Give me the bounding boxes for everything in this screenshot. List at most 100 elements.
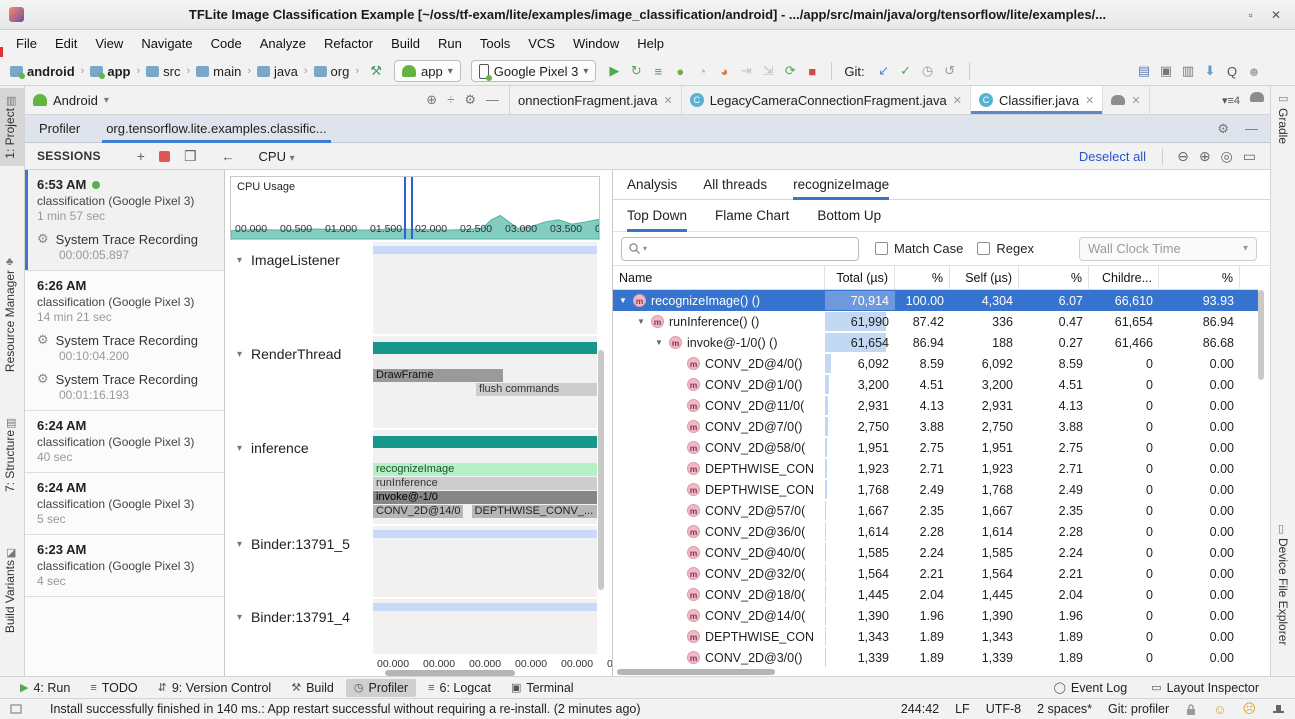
threads-scrollbar[interactable]: [598, 350, 604, 590]
menu-code[interactable]: Code: [203, 33, 250, 54]
search-everywhere-icon[interactable]: Q: [1221, 60, 1243, 82]
expand-triangle-icon[interactable]: ▼: [655, 338, 669, 347]
git-branch[interactable]: Git: profiler: [1108, 702, 1169, 716]
attach-icon[interactable]: ⇲: [757, 60, 779, 82]
table-row[interactable]: ▼mrecognizeImage() ()70,914100.004,3046.…: [613, 290, 1258, 311]
system-trace-recording[interactable]: ⚙System Trace Recording: [37, 332, 214, 348]
table-row[interactable]: mCONV_2D@40/0(1,5852.241,5852.2400.00: [613, 542, 1258, 563]
add-session-icon[interactable]: +: [137, 148, 145, 164]
trace-event[interactable]: runInference: [373, 477, 597, 490]
tool-button-resource-manager[interactable]: Resource Manager: [3, 270, 17, 372]
table-hscrollbar[interactable]: [617, 669, 775, 675]
menu-build[interactable]: Build: [383, 33, 428, 54]
menu-refactor[interactable]: Refactor: [316, 33, 381, 54]
menu-file[interactable]: File: [8, 33, 45, 54]
profiler-stage-select[interactable]: CPU ▾: [259, 149, 295, 164]
breadcrumb-main[interactable]: main: [213, 64, 241, 79]
tool-button-7-structure[interactable]: 7: Structure: [3, 430, 17, 492]
gradle-build-icon[interactable]: [1246, 86, 1268, 108]
tool-window-button-layout-inspector[interactable]: ▭Layout Inspector: [1143, 679, 1267, 697]
stop-recording-icon[interactable]: [159, 151, 170, 162]
menu-run[interactable]: Run: [430, 33, 470, 54]
selection-line[interactable]: [411, 177, 413, 239]
thread-binder-13791-4[interactable]: ▾Binder:13791_4: [225, 599, 605, 654]
table-row[interactable]: mDEPTHWISE_CON1,3431.891,3431.8900.00: [613, 626, 1258, 647]
expand-triangle-icon[interactable]: ▼: [637, 317, 651, 326]
apply-code-changes-icon[interactable]: ≡: [647, 60, 669, 82]
thread-imagelistener[interactable]: ▾ImageListener: [225, 242, 605, 334]
collapse-triangle-icon[interactable]: ▾: [237, 539, 242, 550]
menu-tools[interactable]: Tools: [472, 33, 518, 54]
collapse-sessions-icon[interactable]: ❒: [184, 148, 197, 165]
git-update-icon[interactable]: ↙: [873, 60, 895, 82]
thread-binder-13791-5[interactable]: ▾Binder:13791_5: [225, 526, 605, 597]
tool-button-gradle[interactable]: Gradle: [1276, 108, 1290, 144]
table-row[interactable]: mCONV_2D@58/0(1,9512.751,9512.7500.00: [613, 437, 1258, 458]
tab-analysis[interactable]: Analysis: [627, 170, 677, 200]
table-vscrollbar[interactable]: [1258, 290, 1264, 380]
hidden-tabs-dropdown[interactable]: ▾≡4: [1216, 86, 1246, 114]
match-case-checkbox[interactable]: Match Case: [875, 241, 963, 256]
breadcrumb-src[interactable]: src: [163, 64, 180, 79]
debug-icon[interactable]: ●: [669, 60, 691, 82]
search-input[interactable]: ▾: [621, 237, 859, 261]
editor-tab-legacycameraconnectionfragment-java[interactable]: CLegacyCameraConnectionFragment.java✕: [682, 86, 971, 114]
editor-tab-classifier-java[interactable]: CClassifier.java✕: [971, 86, 1103, 114]
collapse-triangle-icon[interactable]: ▾: [237, 443, 242, 454]
table-row[interactable]: ▼mrunInference() ()61,99087.423360.4761,…: [613, 311, 1258, 332]
table-row[interactable]: mCONV_2D@18/0(1,4452.041,4452.0400.00: [613, 584, 1258, 605]
cpu-usage-chart[interactable]: CPU Usage 00.00000.50001.00001.50002.000…: [230, 176, 600, 240]
chevron-down-icon[interactable]: ▾: [104, 95, 109, 106]
git-history-icon[interactable]: ◷: [917, 60, 939, 82]
trace-event[interactable]: flush commands: [476, 383, 597, 396]
subtab-bottom-up[interactable]: Bottom Up: [817, 200, 881, 232]
table-row[interactable]: mCONV_2D@57/0(1,6672.351,6672.3500.00: [613, 500, 1258, 521]
editor-tab-onnectionfragment-java[interactable]: onnectionFragment.java✕: [510, 86, 682, 114]
tab-all-threads[interactable]: All threads: [703, 170, 767, 200]
trace-event[interactable]: recognizeImage: [373, 463, 597, 476]
profiler-settings-gear-icon[interactable]: ⚙: [1217, 121, 1229, 137]
table-row[interactable]: ▼minvoke@-1/0() ()61,65486.941880.2761,4…: [613, 332, 1258, 353]
build-hammer-icon[interactable]: ⚒: [365, 60, 387, 82]
thread-name[interactable]: ▾Binder:13791_4: [237, 609, 350, 625]
reset-zoom-icon[interactable]: ◎: [1221, 148, 1233, 165]
zoom-out-icon[interactable]: ⊖: [1177, 148, 1189, 165]
table-row[interactable]: mDEPTHWISE_CON1,9232.711,9232.7100.00: [613, 458, 1258, 479]
settings-gear-icon[interactable]: ⚙: [464, 92, 476, 108]
device-select[interactable]: Google Pixel 3▾: [471, 60, 597, 82]
run-to-cursor-icon[interactable]: ⇥: [735, 60, 757, 82]
zoom-in-icon[interactable]: ⊕: [1199, 148, 1211, 165]
sdk-manager-icon[interactable]: ⬇: [1199, 60, 1221, 82]
menu-navigate[interactable]: Navigate: [133, 33, 200, 54]
column-header-4[interactable]: %: [1019, 266, 1089, 289]
status-message[interactable]: Install successfully finished in 140 ms.…: [50, 702, 641, 716]
tool-window-button-4-run[interactable]: ▶4: Run: [12, 679, 78, 697]
subtab-flame-chart[interactable]: Flame Chart: [715, 200, 789, 232]
hide-panel-icon[interactable]: —: [486, 92, 499, 108]
collapse-triangle-icon[interactable]: ▾: [237, 349, 242, 360]
breadcrumb-java[interactable]: java: [274, 64, 298, 79]
zoom-to-selection-icon[interactable]: ▭: [1243, 148, 1256, 165]
profiler-tab-1[interactable]: org.tensorflow.lite.examples.classific..…: [106, 115, 326, 143]
menu-vcs[interactable]: VCS: [520, 33, 563, 54]
session-card[interactable]: 6:24 AMclassification (Google Pixel 3)5 …: [25, 473, 224, 535]
avatar-icon[interactable]: ☻: [1243, 60, 1265, 82]
deselect-all-link[interactable]: Deselect all: [1079, 149, 1146, 164]
happy-face-icon[interactable]: ☺: [1213, 702, 1226, 717]
column-header-0[interactable]: Name: [613, 266, 825, 289]
close-tab-icon[interactable]: ✕: [1131, 94, 1140, 107]
close-tab-icon[interactable]: ✕: [663, 94, 672, 107]
lock-icon[interactable]: [1185, 703, 1197, 716]
locate-icon[interactable]: ⊕: [426, 92, 437, 108]
tool-window-button-terminal[interactable]: ▣Terminal: [503, 679, 582, 697]
collapse-triangle-icon[interactable]: ▾: [237, 255, 242, 266]
hat-icon[interactable]: [1272, 703, 1285, 715]
run-config-select[interactable]: app▾: [394, 60, 461, 82]
table-row[interactable]: mCONV_2D@32/0(1,5642.211,5642.2100.00: [613, 563, 1258, 584]
tool-button-build-variants[interactable]: Build Variants: [3, 560, 17, 633]
indent-setting[interactable]: 2 spaces*: [1037, 702, 1092, 716]
device-manager-icon[interactable]: ▥: [1177, 60, 1199, 82]
project-view-selector[interactable]: Android: [53, 93, 98, 108]
apply-changes-icon[interactable]: ↻: [625, 60, 647, 82]
table-row[interactable]: mCONV_2D@7/0()2,7503.882,7503.8800.00: [613, 416, 1258, 437]
